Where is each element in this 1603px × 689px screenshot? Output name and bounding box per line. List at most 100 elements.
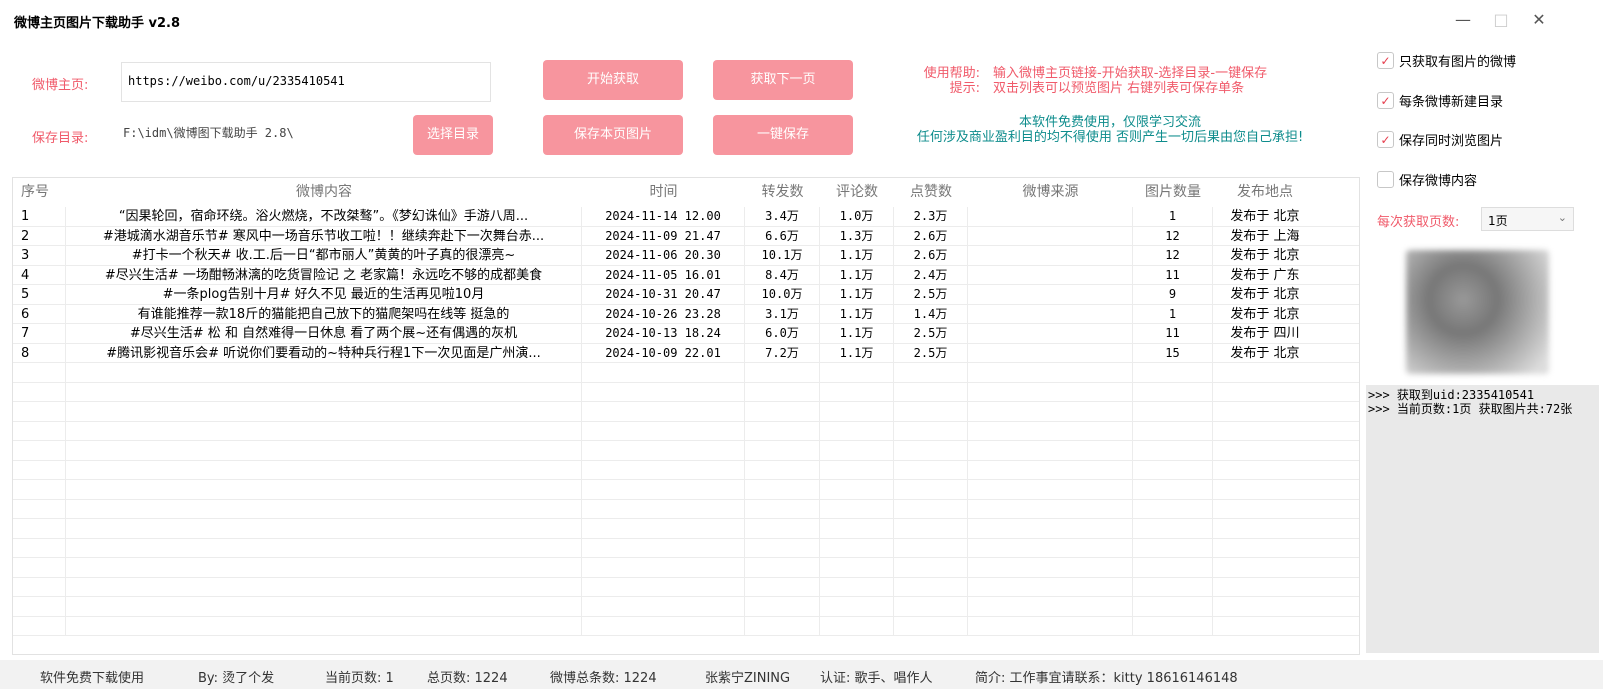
empty-cell — [1213, 539, 1317, 558]
empty-cell — [1133, 441, 1213, 460]
column-header[interactable]: 序号 — [13, 178, 66, 206]
empty-cell — [1133, 577, 1213, 596]
table-cell-no: 7 — [13, 324, 66, 343]
commercial-warning: 任何涉及商业盈利目的均不得使用 否则产生一切后果由您自己承担! — [916, 130, 1304, 145]
close-icon[interactable]: ✕ — [1529, 10, 1549, 30]
empty-row — [13, 480, 1359, 500]
table-cell-time: 2024-10-13 18.24 — [582, 324, 745, 343]
empty-cell — [582, 519, 745, 538]
empty-cell — [894, 616, 968, 635]
select-dir-button[interactable]: 选择目录 — [413, 115, 493, 155]
empty-cell — [582, 402, 745, 421]
empty-cell — [1133, 382, 1213, 401]
table-cell-images: 12 — [1133, 226, 1213, 245]
empty-cell — [66, 616, 582, 635]
save-all-button[interactable]: 一键保存 — [713, 115, 853, 155]
column-header[interactable]: 微博来源 — [968, 178, 1133, 206]
tip-text: 双击列表可以预览图片 右键列表可保存单条 — [993, 81, 1245, 96]
empty-cell — [820, 597, 894, 616]
table-cell-repost: 3.4万 — [745, 207, 820, 226]
table-cell-content: #港城滴水湖音乐节# 寒风中一场音乐节收工啦！！继续奔赴下一次舞台赤... — [66, 226, 582, 245]
empty-row — [13, 363, 1359, 383]
column-header[interactable]: 转发数 — [745, 178, 820, 206]
table-row[interactable]: 5 #一条plog告别十月# 好久不见 最近的生活再见啦10月 2024-10-31… — [13, 285, 1359, 305]
maximize-icon[interactable]: □ — [1491, 10, 1511, 30]
column-header[interactable]: 评论数 — [820, 178, 894, 206]
empty-cell — [894, 402, 968, 421]
table-row[interactable]: 1 “因果轮回，宿命环绕。浴火燃烧，不改桀骜”。《梦幻诛仙》手游八周... 2024… — [13, 207, 1359, 227]
log-line: >>> 当前页数:1页 获取图片共:72张 — [1368, 402, 1573, 416]
table-cell-images: 9 — [1133, 285, 1213, 304]
empty-cell — [745, 499, 820, 518]
table-cell-comment: 1.3万 — [820, 226, 894, 245]
empty-cell — [968, 441, 1133, 460]
table-row[interactable]: 3 #打卡一个秋天# 收.工.后一日“都市丽人”黄黄的叶子真的很漂亮~ 2024-1… — [13, 246, 1359, 266]
homepage-url-input[interactable]: https://weibo.com/u/2335410541 — [121, 62, 491, 102]
empty-cell — [66, 499, 582, 518]
empty-cell — [894, 480, 968, 499]
check-icon[interactable]: ✓ — [1377, 52, 1394, 69]
column-header[interactable]: 时间 — [582, 178, 745, 206]
empty-cell — [582, 460, 745, 479]
table-cell-time: 2024-10-26 23.28 — [582, 304, 745, 323]
empty-cell — [66, 538, 582, 557]
table-cell-location: 发布于 北京 — [1230, 287, 1300, 302]
save-content-checkbox[interactable]: 保存微博内容 — [1377, 170, 1477, 189]
free-notice: 本软件免费使用，仅限学习交流 — [1018, 115, 1201, 130]
empty-cell — [13, 519, 66, 538]
empty-cell — [745, 577, 820, 596]
empty-cell — [820, 363, 894, 382]
window-title: 微博主页图片下载助手 v2.8 — [14, 16, 181, 31]
table-header: 序号 微博内容 时间 转发数 评论数 点赞数 微博来源 图片数量 发布地点 — [13, 178, 1359, 206]
table-cell-location: 发布于 北京 — [1230, 248, 1300, 263]
column-header[interactable]: 发布地点 — [1213, 178, 1317, 206]
empty-cell — [745, 558, 820, 577]
checkbox-empty[interactable] — [1377, 171, 1394, 188]
new-dir-checkbox[interactable]: ✓ 每条微博新建目录 — [1377, 91, 1503, 110]
status-total-posts: 微博总条数: 1224 — [550, 671, 657, 686]
empty-cell — [13, 363, 66, 382]
table-cell-images: 11 — [1133, 265, 1213, 284]
table-row[interactable]: 8 #腾讯影视音乐会# 听说你们要看动的~特种兵行程1下一次见面是广州演... 20… — [13, 343, 1359, 363]
empty-cell — [820, 382, 894, 401]
empty-row — [13, 558, 1359, 578]
fetch-next-page-button[interactable]: 获取下一页 — [713, 60, 853, 100]
minimize-icon[interactable]: — — [1453, 10, 1473, 30]
table-row[interactable]: 4 #尽兴生活# 一场酣畅淋漓的吃货冒险记 之 老家篇！永远吃不够的成都美食 202… — [13, 265, 1359, 285]
only-images-checkbox[interactable]: ✓ 只获取有图片的微博 — [1377, 51, 1516, 70]
status-bar: 软件免费下载使用 By: 烫了个发 当前页数: 1 总页数: 1224 微博总条… — [0, 660, 1603, 689]
check-icon[interactable]: ✓ — [1377, 131, 1394, 148]
empty-cell — [1213, 441, 1317, 460]
new-dir-label: 每条微博新建目录 — [1399, 95, 1504, 110]
weibo-table[interactable]: 序号 微博内容 时间 转发数 评论数 点赞数 微博来源 图片数量 发布地点 1 “… — [12, 177, 1360, 655]
table-cell-repost: 8.4万 — [745, 265, 820, 284]
table-cell-comment: 1.1万 — [820, 304, 894, 323]
empty-cell — [894, 558, 968, 577]
empty-cell — [66, 577, 582, 596]
check-icon[interactable]: ✓ — [1377, 92, 1394, 109]
title-bar: 微博主页图片下载助手 v2.8 — □ ✕ — [0, 0, 1603, 40]
save-page-images-button[interactable]: 保存本页图片 — [543, 115, 683, 155]
tip-label: 提示: — [949, 81, 980, 96]
empty-cell — [582, 382, 745, 401]
only-images-label: 只获取有图片的微博 — [1399, 55, 1517, 70]
empty-cell — [1213, 558, 1317, 577]
table-cell-time: 2024-10-31 20.47 — [582, 285, 745, 304]
start-fetch-button[interactable]: 开始获取 — [543, 60, 683, 100]
column-header[interactable]: 图片数量 — [1133, 178, 1213, 206]
column-header[interactable]: 微博内容 — [66, 178, 582, 206]
table-cell-time: 2024-11-06 20.30 — [582, 246, 745, 265]
empty-cell — [1213, 617, 1317, 636]
table-cell-time: 2024-11-14 12.00 — [582, 207, 745, 226]
table-cell-no: 4 — [13, 265, 66, 284]
empty-cell — [745, 402, 820, 421]
table-cell-location: 发布于 四川 — [1230, 326, 1300, 341]
table-row[interactable]: 2 #港城滴水湖音乐节# 寒风中一场音乐节收工啦！！继续奔赴下一次舞台赤... 20… — [13, 226, 1359, 246]
table-row[interactable]: 7 #尽兴生活# 松 和 自然难得一日休息 看了两个展~还有偶遇的灰机 2024-1… — [13, 324, 1359, 344]
table-row[interactable]: 6 有谁能推荐一款18斤的猫能把自己放下的猫爬架吗在线等 挺急的 2024-10-2… — [13, 304, 1359, 324]
browse-checkbox[interactable]: ✓ 保存同时浏览图片 — [1377, 130, 1503, 149]
status-intro: 简介: 工作事宜请联系：kitty 18616146148 — [975, 671, 1238, 686]
column-header[interactable]: 点赞数 — [894, 178, 968, 206]
pages-per-fetch-select[interactable]: 1页 ⌄ — [1481, 207, 1574, 231]
table-cell-source — [968, 207, 1133, 226]
